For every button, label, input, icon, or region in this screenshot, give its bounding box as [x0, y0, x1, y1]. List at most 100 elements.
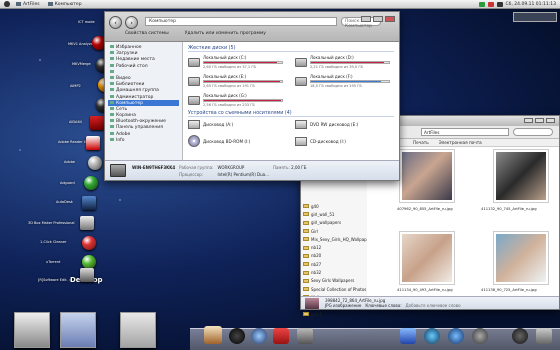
dock-tile-settings[interactable]	[14, 312, 50, 348]
removable-item[interactable]: Дисковод BD-ROM (I:)	[188, 135, 287, 147]
desktop-label[interactable]: AIDA64	[69, 120, 82, 124]
clock-widget[interactable]	[513, 12, 557, 22]
utorrent-icon[interactable]	[82, 255, 96, 269]
app-icon[interactable]	[448, 328, 464, 344]
desktop-label[interactable]: AutoDesk	[56, 200, 73, 204]
folder-item[interactable]: Sexy Girls Wallpapers	[303, 277, 367, 285]
folder-item[interactable]: Girl	[303, 227, 367, 235]
artfiles-address-input[interactable]: ArtFiles	[421, 128, 509, 136]
itunes-icon[interactable]	[400, 328, 416, 344]
hard-drive-icon	[188, 76, 200, 86]
cpu-label: Процессор:	[179, 171, 204, 177]
print-button[interactable]: Печать	[413, 140, 429, 145]
drive-item[interactable]: Локальный диск (F:) 18,5 ГБ свободно из 1…	[295, 74, 394, 88]
maximize-button[interactable]	[535, 118, 544, 123]
nav-item-icon	[110, 82, 114, 86]
drive-item[interactable]: Локальный диск (E:) 2,65 ГБ свободно из 1…	[188, 74, 287, 88]
desktop-label[interactable]: MKV1 Analyzer	[68, 42, 94, 46]
app-icon[interactable]	[88, 156, 102, 170]
thumbnail[interactable]	[493, 231, 549, 285]
minimize-button[interactable]	[524, 118, 533, 123]
app-store-icon[interactable]	[424, 328, 440, 344]
pdf-icon[interactable]	[86, 136, 100, 150]
removable-item[interactable]: DVD RW дисковод (E:)	[295, 120, 394, 129]
folder-item[interactable]: Special Collection of Photos	[303, 285, 367, 293]
folder-item[interactable]: nb20	[303, 252, 367, 260]
home-icon[interactable]	[204, 326, 222, 344]
close-button[interactable]	[546, 118, 555, 123]
hdd-section-header[interactable]: Жесткие диски (5)	[188, 46, 394, 52]
nav-item-icon	[110, 88, 114, 92]
trash-icon[interactable]	[536, 328, 552, 344]
drive-item[interactable]: Локальный диск (G:) 2,56 ГБ свободно из 2…	[188, 93, 287, 107]
artfiles-search-input[interactable]	[513, 128, 553, 136]
folder-item[interactable]: girl_wall_51	[303, 210, 367, 218]
folder-item[interactable]: nb27	[303, 260, 367, 268]
minimize-button[interactable]	[361, 16, 371, 22]
power-icon[interactable]	[512, 328, 528, 344]
drive-item[interactable]: Локальный диск (D:) 2,21 ГБ свободно из 3…	[295, 55, 394, 69]
volume-icon[interactable]	[487, 1, 494, 7]
folder-item[interactable]: nb12	[303, 243, 367, 251]
app-icon[interactable]	[297, 328, 313, 344]
app-icon[interactable]	[273, 328, 289, 344]
dock-tile-drive[interactable]	[120, 312, 156, 348]
desktop-label[interactable]: Adguard	[60, 181, 75, 185]
folder-item[interactable]: Mix_Sexy_Girls_HQ_Wallpapers	[303, 235, 373, 243]
box-icon[interactable]	[80, 216, 94, 230]
menubar-clock[interactable]: Сб, 24.09.11 01:11:13	[506, 2, 556, 7]
drive-item[interactable]: Локальный диск (C:) 2,60 ГБ свободно из 3…	[188, 55, 287, 69]
nav-item[interactable]: Info	[108, 137, 179, 143]
system-properties-button[interactable]: Свойства системы	[125, 31, 169, 36]
desktop-label[interactable]: Adobe Reader X	[58, 140, 86, 144]
folder-icon	[303, 212, 309, 217]
thumbnail[interactable]	[399, 149, 455, 203]
app-icon[interactable]	[82, 196, 96, 210]
clock-icon[interactable]	[229, 328, 245, 344]
close-button[interactable]	[385, 16, 395, 22]
removable-section-header[interactable]: Устройства со съемными носителями (4)	[188, 111, 394, 117]
dock-tile-desktop[interactable]	[60, 312, 96, 348]
menubar-item-artfiles[interactable]: ArtFiles	[16, 2, 40, 7]
desktop-label[interactable]: 1-Click Cleaner	[40, 240, 66, 244]
app-icon[interactable]	[472, 328, 488, 344]
thumbnail[interactable]	[399, 231, 455, 285]
back-button[interactable]: ‹	[109, 16, 122, 29]
battery-icon[interactable]	[496, 1, 503, 7]
menubar-item-computer[interactable]: Компьютер	[47, 2, 82, 7]
adguard-icon[interactable]	[84, 176, 98, 190]
removable-item[interactable]: CD-дисковод (I:)	[295, 135, 394, 147]
aida64-icon[interactable]	[90, 116, 104, 130]
forward-button[interactable]: ›	[125, 16, 138, 29]
desktop-label[interactable]: AIMP2	[70, 84, 81, 88]
uninstall-program-button[interactable]: Удалить или изменить программу	[185, 31, 266, 36]
removable-item[interactable]: Дисковод (A:)	[188, 120, 287, 129]
app-icon[interactable]	[80, 268, 94, 282]
thumbnail[interactable]	[493, 149, 549, 203]
desktop-label[interactable]: Adobe	[64, 160, 75, 164]
apple-icon[interactable]	[4, 1, 10, 7]
folder-item[interactable]: girl_wallpapers	[303, 219, 367, 227]
workgroup-label: Рабочая группа:	[179, 164, 214, 170]
desktop-label[interactable]: uTorrent	[46, 260, 60, 264]
app-icon[interactable]	[82, 236, 96, 250]
email-button[interactable]: Электронная почта	[439, 140, 482, 145]
folder-item[interactable]: girls1	[303, 310, 367, 318]
computer-titlebar[interactable]: ‹ › Компьютер Поиск: Компьютер Свойства …	[105, 12, 399, 42]
folder-item[interactable]: g40	[303, 202, 367, 210]
memory-info: Память: 2,00 ГБ	[273, 165, 307, 170]
folder-item[interactable]: nb32	[303, 268, 367, 276]
address-input[interactable]: Компьютер	[145, 17, 337, 26]
desktop-label[interactable]: ICT mode	[78, 20, 95, 24]
maximize-button[interactable]	[373, 16, 383, 22]
dvd-drive-icon	[295, 120, 307, 129]
nav-item-icon	[110, 119, 114, 123]
status-keywords[interactable]: Добавьте ключевое слово	[406, 303, 461, 308]
desktop-label[interactable]: [R]Software Edit.	[38, 278, 68, 282]
desktop-label[interactable]: 3D Box Maker Professional	[28, 221, 74, 225]
nav-item-label: Корзина	[116, 113, 136, 119]
desktop-label[interactable]: MKVMerge	[72, 62, 91, 66]
network-icon[interactable]	[478, 1, 485, 7]
safari-icon[interactable]	[251, 328, 267, 344]
